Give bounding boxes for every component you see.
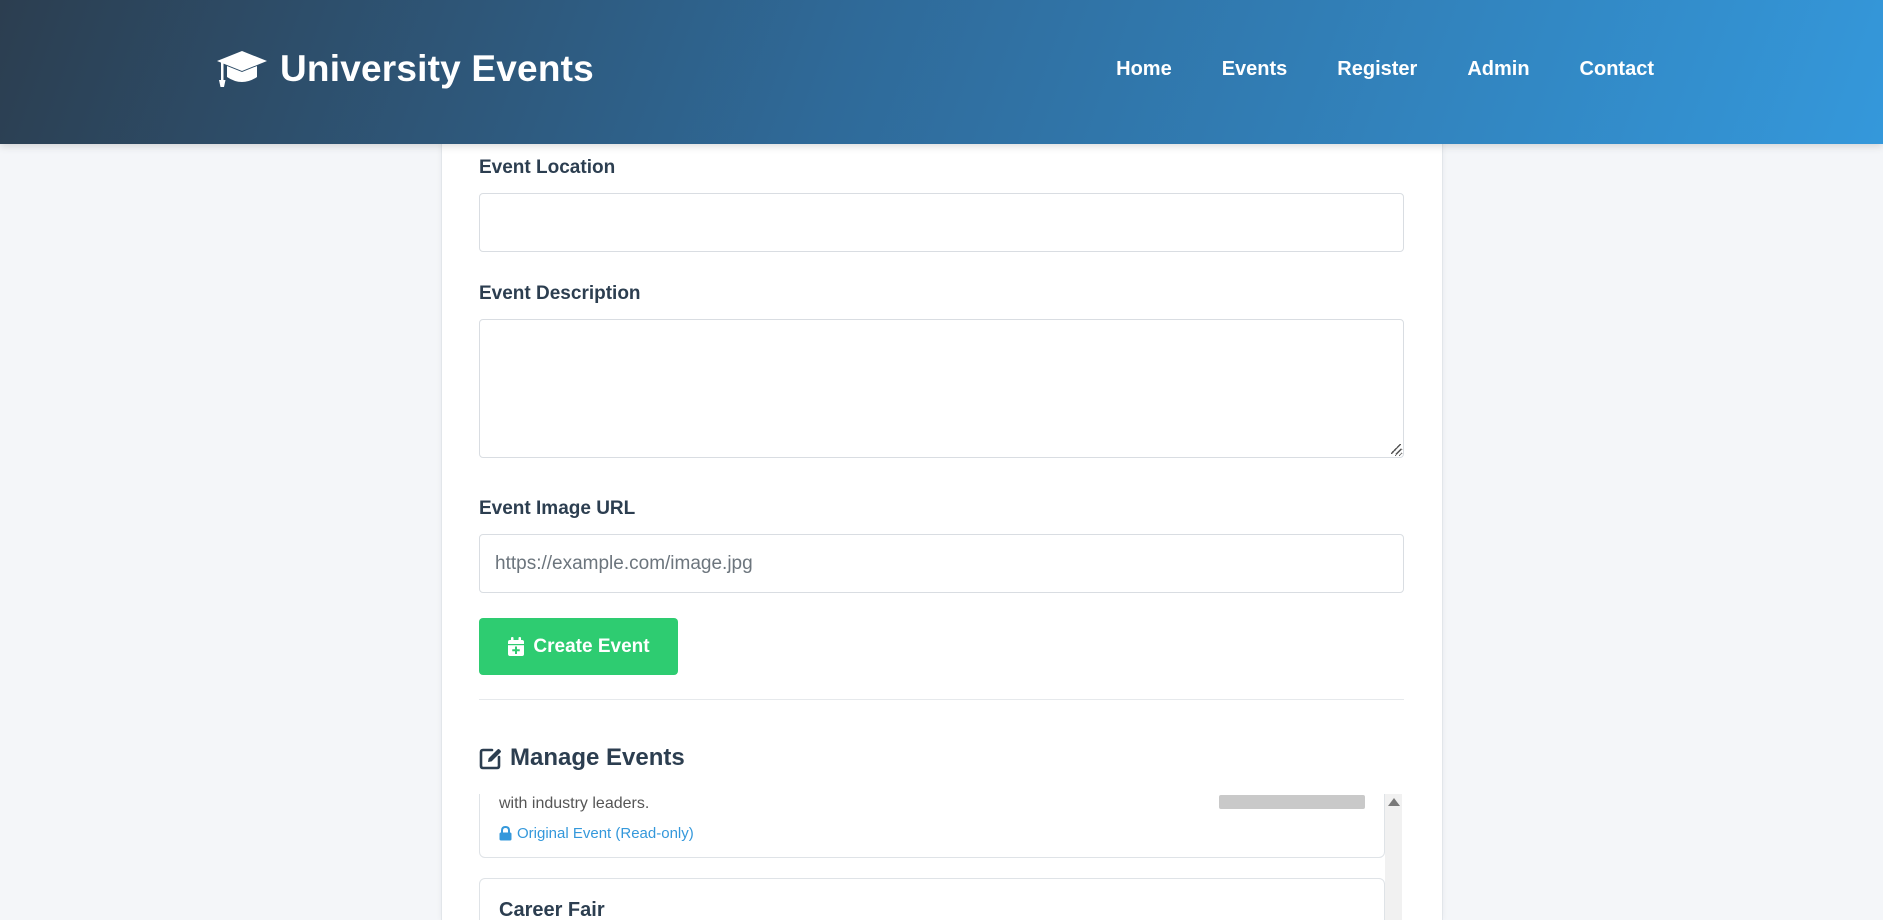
nav-admin[interactable]: Admin [1467, 58, 1529, 81]
nav-contact[interactable]: Contact [1580, 58, 1654, 81]
manage-events-title: Manage Events [510, 744, 685, 771]
event-title: Career Fair [499, 899, 605, 920]
event-image-url-label: Event Image URL [479, 498, 636, 519]
lock-icon [499, 826, 512, 841]
event-list[interactable]: with industry leaders. Original Event (R… [479, 794, 1402, 920]
nav-events[interactable]: Events [1222, 58, 1288, 81]
create-event-button-label: Create Event [533, 635, 650, 657]
event-location-label: Event Location [479, 157, 616, 178]
nav-register[interactable]: Register [1337, 58, 1417, 81]
read-only-badge-label: Original Event (Read-only) [517, 825, 694, 842]
read-only-badge: Original Event (Read-only) [499, 825, 694, 842]
event-location-input[interactable] [479, 193, 1404, 252]
event-card[interactable]: Career Fair [479, 878, 1385, 920]
event-image-url-input[interactable] [479, 534, 1404, 593]
event-description-input[interactable] [479, 319, 1404, 458]
site-header: University Events Home Events Register A… [0, 0, 1883, 144]
main-nav: Home Events Register Admin Contact [1116, 58, 1654, 81]
event-description-text: with industry leaders. [499, 795, 650, 812]
event-card[interactable]: with industry leaders. Original Event (R… [479, 794, 1385, 858]
create-event-button[interactable]: Create Event [479, 618, 678, 675]
calendar-plus-icon [508, 636, 525, 656]
event-description-label: Event Description [479, 283, 641, 304]
scroll-up-arrow-icon[interactable] [1388, 798, 1400, 806]
graduation-cap-icon [217, 51, 267, 87]
event-card-placeholder-bar [1219, 795, 1365, 809]
manage-events-heading: Manage Events [479, 744, 685, 772]
nav-home[interactable]: Home [1116, 58, 1172, 81]
textarea-resize-handle[interactable] [1391, 444, 1401, 454]
edit-icon [479, 748, 501, 769]
brand-title: University Events [280, 48, 594, 89]
brand[interactable]: University Events [216, 48, 594, 90]
event-list-scrollbar[interactable] [1385, 794, 1402, 920]
section-divider [479, 699, 1404, 700]
